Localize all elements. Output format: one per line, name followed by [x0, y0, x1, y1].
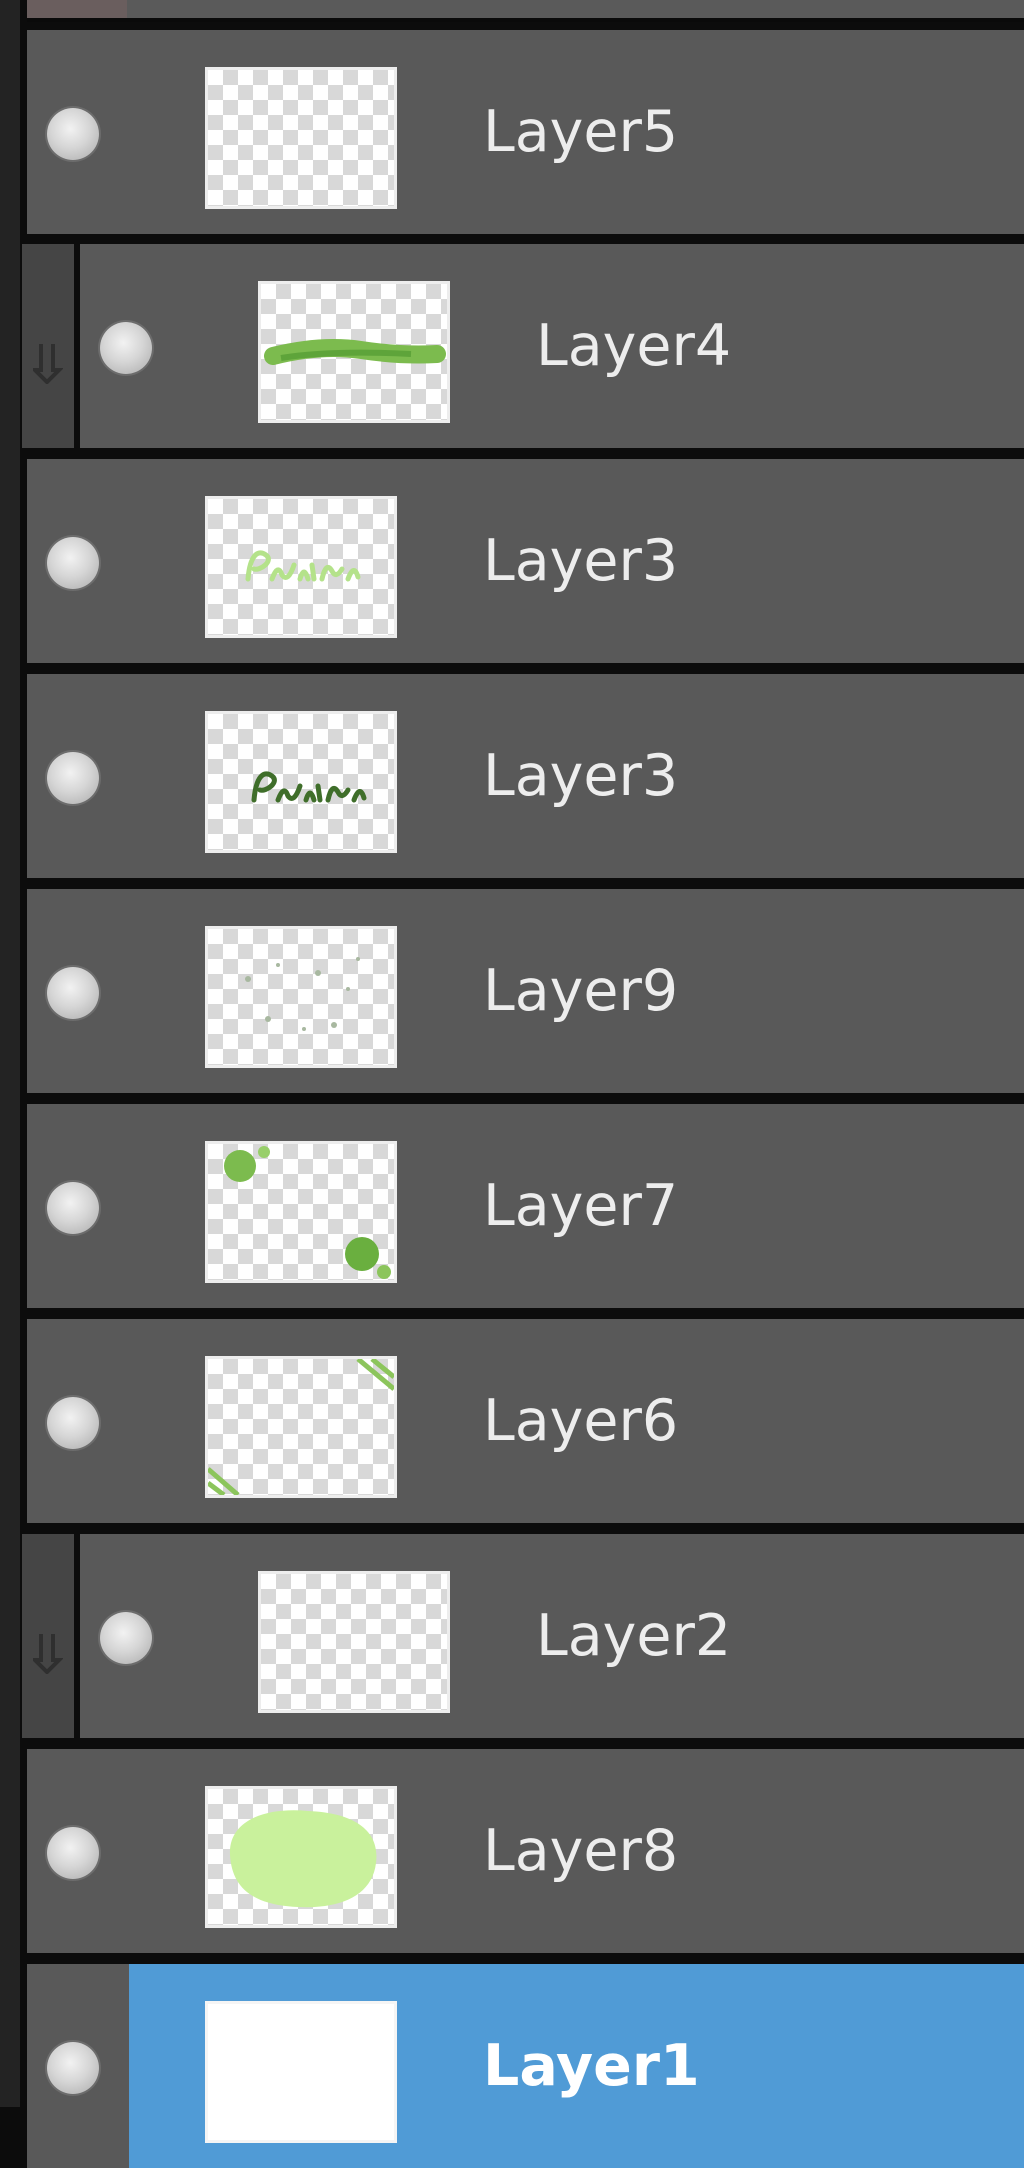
layer-row-layer4[interactable]: Layer4 [80, 244, 1024, 448]
visibility-toggle-icon[interactable] [47, 1827, 99, 1879]
partial-row-accent [27, 0, 127, 18]
visibility-toggle-icon[interactable] [100, 1612, 152, 1664]
layer-name: Layer9 [483, 958, 679, 1024]
layer-name: Layer5 [483, 99, 679, 165]
visibility-toggle-icon[interactable] [47, 1397, 99, 1449]
layer-thumbnail [208, 714, 394, 850]
script-text-thumbnail-icon [251, 771, 367, 803]
layer-row-layer1[interactable]: Layer1 [27, 1964, 1024, 2168]
specks-thumbnail-icon [245, 957, 360, 1031]
layer-name: Layer6 [483, 1388, 679, 1454]
layer-thumbnail [261, 284, 447, 420]
layer-name: Layer3 [483, 528, 679, 594]
layer-thumbnail [208, 1789, 394, 1925]
visibility-toggle-icon[interactable] [47, 108, 99, 160]
layer-name: Layer7 [483, 1173, 679, 1239]
layer-row-layer6[interactable]: Layer6 [27, 1319, 1024, 1523]
corner-stripes-thumbnail-icon [208, 1359, 394, 1495]
visibility-toggle-icon[interactable] [47, 2042, 99, 2094]
clipping-indicator [22, 1534, 74, 1738]
layer-row-layer5[interactable]: Layer5 [27, 30, 1024, 234]
layer-row-layer3-dark[interactable]: Layer3 [27, 674, 1024, 878]
visibility-toggle-icon[interactable] [47, 1182, 99, 1234]
clipping-indicator [22, 244, 74, 448]
layer-name: Layer4 [536, 313, 732, 379]
layer-name: Layer1 [483, 2033, 700, 2099]
layer-row-layer9[interactable]: Layer9 [27, 889, 1024, 1093]
layer-row-layer3-light[interactable]: Layer3 [27, 459, 1024, 663]
clip-arrow-icon [33, 344, 63, 384]
clip-arrow-icon [33, 1634, 63, 1674]
layer-row-layer8[interactable]: Layer8 [27, 1749, 1024, 1953]
brush-stroke-thumbnail-icon [264, 339, 446, 365]
layer-row-layer2[interactable]: Layer2 [80, 1534, 1024, 1738]
layer-thumbnail [208, 1144, 394, 1280]
layer-thumbnail [208, 929, 394, 1065]
layer-thumbnail [208, 2004, 394, 2140]
layer-thumbnail [208, 499, 394, 635]
blob-thumbnail-icon [229, 1810, 377, 1908]
visibility-toggle-icon[interactable] [47, 537, 99, 589]
visibility-toggle-icon[interactable] [100, 322, 152, 374]
corner-dots-thumbnail-icon [224, 1146, 391, 1279]
panel-left-strip [0, 0, 20, 2107]
script-text-thumbnail-icon [245, 550, 361, 582]
layer-name: Layer2 [536, 1603, 732, 1669]
visibility-toggle-icon[interactable] [47, 752, 99, 804]
partial-layer-row-top [27, 0, 1024, 22]
layer-row-layer7[interactable]: Layer7 [27, 1104, 1024, 1308]
layer-thumbnail [261, 1574, 447, 1710]
layer-thumbnail [208, 1359, 394, 1495]
visibility-toggle-icon[interactable] [47, 967, 99, 1019]
layer-name: Layer8 [483, 1818, 679, 1884]
layer-thumbnail [208, 70, 394, 206]
layer-name: Layer3 [483, 743, 679, 809]
